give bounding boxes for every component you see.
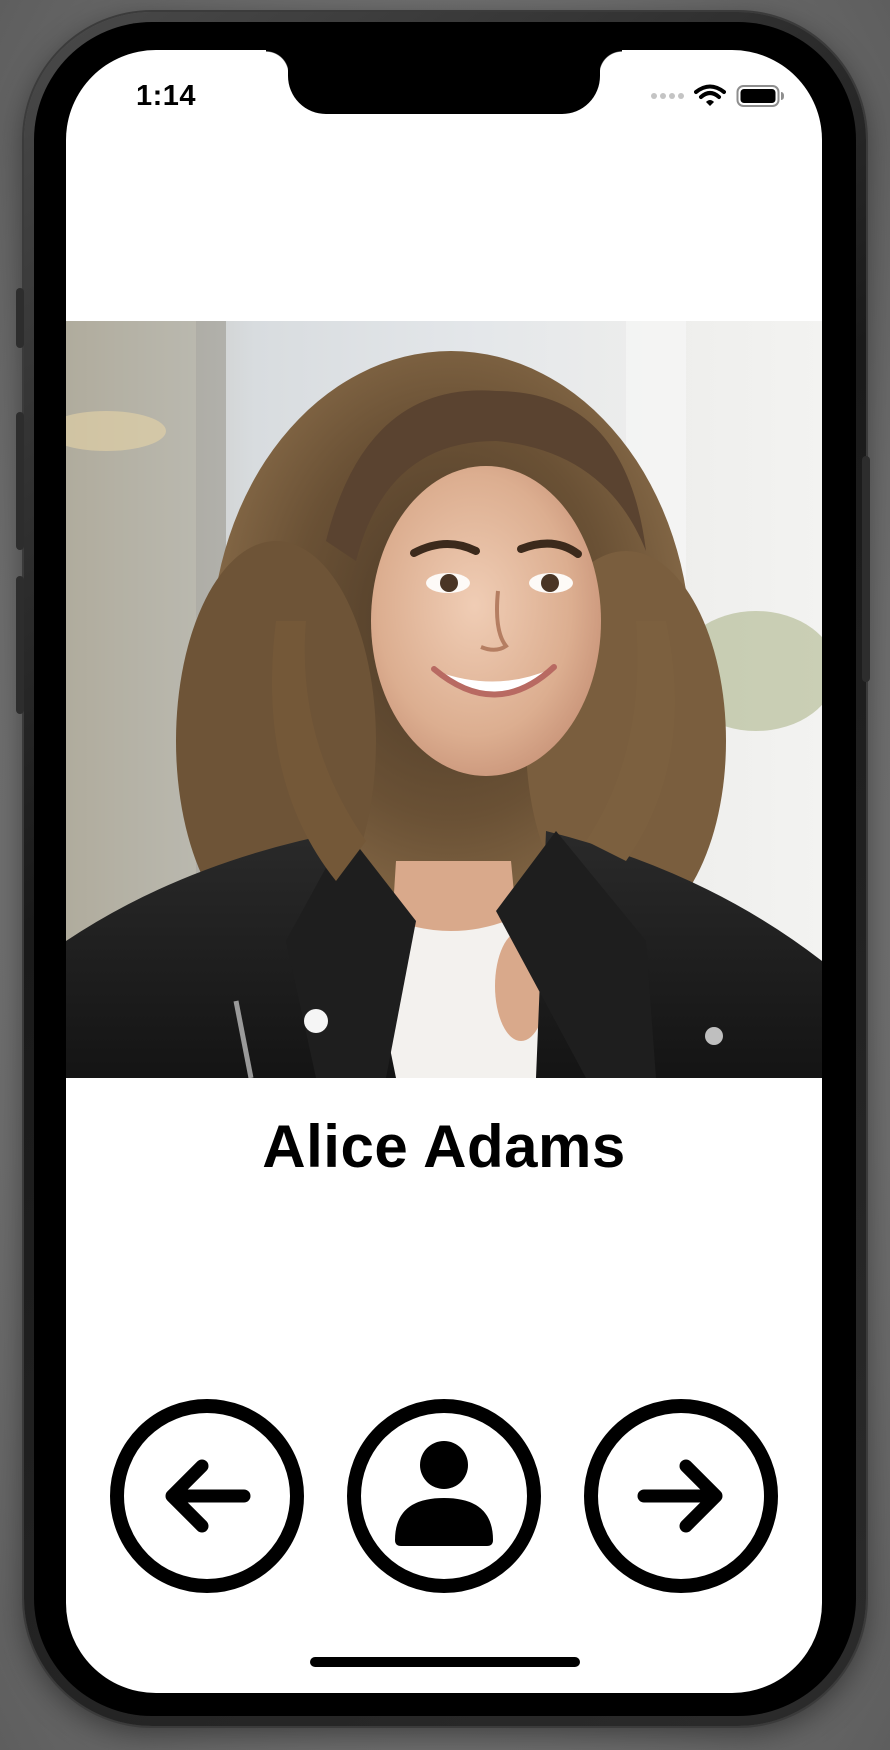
volume-down-button [16, 576, 24, 714]
portrait-photo [66, 321, 822, 1078]
profile-button[interactable] [347, 1399, 541, 1593]
signal-dots-icon [651, 93, 684, 99]
power-button [862, 456, 870, 682]
wifi-icon [694, 84, 726, 106]
arrow-left-icon [165, 1459, 251, 1533]
profile-name: Alice Adams [262, 1113, 626, 1180]
status-icons [651, 84, 786, 108]
volume-up-button [16, 412, 24, 550]
battery-icon [736, 85, 784, 107]
previous-button[interactable] [110, 1399, 304, 1593]
profile-photo [66, 321, 822, 1078]
person-icon [395, 1441, 493, 1546]
status-time: 1:14 [136, 80, 197, 112]
app-screen: 1:14 Alice Adams [66, 50, 822, 1693]
next-button[interactable] [584, 1399, 778, 1593]
home-indicator[interactable] [310, 1657, 580, 1667]
mute-switch [16, 288, 24, 348]
arrow-right-icon [637, 1459, 723, 1533]
notch [266, 50, 622, 114]
